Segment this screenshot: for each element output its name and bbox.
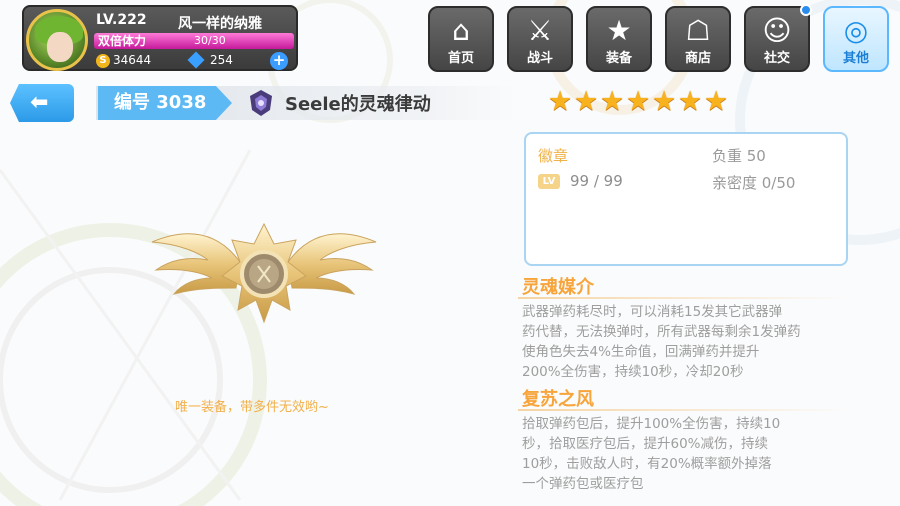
item-index: 编号 3038 <box>114 92 207 113</box>
level-tag: LV <box>538 174 560 189</box>
item-index-badge: 编号 3038 <box>98 86 232 120</box>
star-icon: ★ <box>626 86 651 117</box>
item-intimacy: 亲密度 0/50 <box>712 174 796 192</box>
gem-icon <box>187 51 205 69</box>
star-icon: ★ <box>600 86 625 117</box>
equipment-icon: ★ <box>606 14 632 47</box>
stamina-label: 双倍体力 <box>98 34 147 48</box>
nav-other-button[interactable]: ◎ 其他 <box>823 6 889 72</box>
item-name: Seele的灵魂律动 <box>285 94 431 115</box>
coin-icon: S <box>96 54 110 68</box>
star-icon: ★ <box>652 86 677 117</box>
skill-1-title: 灵魂媒介 <box>522 277 594 298</box>
add-currency-button[interactable]: + <box>270 52 288 70</box>
back-button[interactable]: ⬅ <box>10 84 74 122</box>
item-load: 负重 50 <box>712 147 766 165</box>
star-icon: ★ <box>574 86 599 117</box>
nav-equipment-button[interactable]: ★ 装备 <box>586 6 652 72</box>
skill-1-description: 武器弹药耗尽时，可以消耗15发其它武器弹 药代替，无法换弹时，所有武器每剩余1发… <box>522 304 801 380</box>
back-arrow-icon: ⬅ <box>30 90 49 115</box>
rarity-stars: ★ ★ ★ ★ ★ ★ ★ <box>548 88 728 118</box>
player-avatar[interactable] <box>26 9 88 71</box>
nav-home-button[interactable]: ⌂ 首页 <box>428 6 494 72</box>
star-icon: ★ <box>548 86 573 117</box>
battle-icon: ⚔ <box>527 14 553 47</box>
player-name: 风一样的纳雅 <box>178 16 262 32</box>
item-category: 徽章 <box>538 147 569 165</box>
skill-2-divider <box>518 409 848 411</box>
star-icon: ★ <box>678 86 703 117</box>
info-card: 徽章 负重 50 LV 99 / 99 亲密度 0/50 <box>524 132 848 266</box>
gem-count: 254 <box>210 53 233 67</box>
stamina-bar: 双倍体力 30/30 <box>94 33 294 49</box>
item-level: 99 / 99 <box>570 172 623 190</box>
shop-icon: ☖ <box>685 14 711 47</box>
stamina-value: 30/30 <box>194 34 226 47</box>
other-icon: ◎ <box>843 14 869 47</box>
soul-emblem-icon <box>250 90 272 116</box>
player-panel[interactable]: LV.222 风一样的纳雅 双倍体力 30/30 S 34644 254 + <box>22 5 298 71</box>
skill-1-divider <box>518 297 848 299</box>
skill-2-description: 拾取弹药包后，提升100%全伤害，持续10 秒，拾取医疗包后，提升60%减伤，持… <box>522 416 781 492</box>
star-icon: ★ <box>704 86 729 117</box>
player-level: LV.222 <box>96 12 147 28</box>
nav-battle-button[interactable]: ⚔ 战斗 <box>507 6 573 72</box>
notification-dot <box>800 4 812 16</box>
skill-2-title: 复苏之风 <box>522 389 594 410</box>
nav-shop-button[interactable]: ☖ 商店 <box>665 6 731 72</box>
winged-badge-image <box>151 222 377 324</box>
social-icon: ☺ <box>762 14 792 47</box>
home-icon: ⌂ <box>452 14 470 47</box>
coin-count: 34644 <box>113 53 152 67</box>
nav-social-button[interactable]: ☺ 社交 <box>744 4 812 72</box>
unique-equip-note: 唯一装备，带多件无效哟~ <box>175 400 329 415</box>
